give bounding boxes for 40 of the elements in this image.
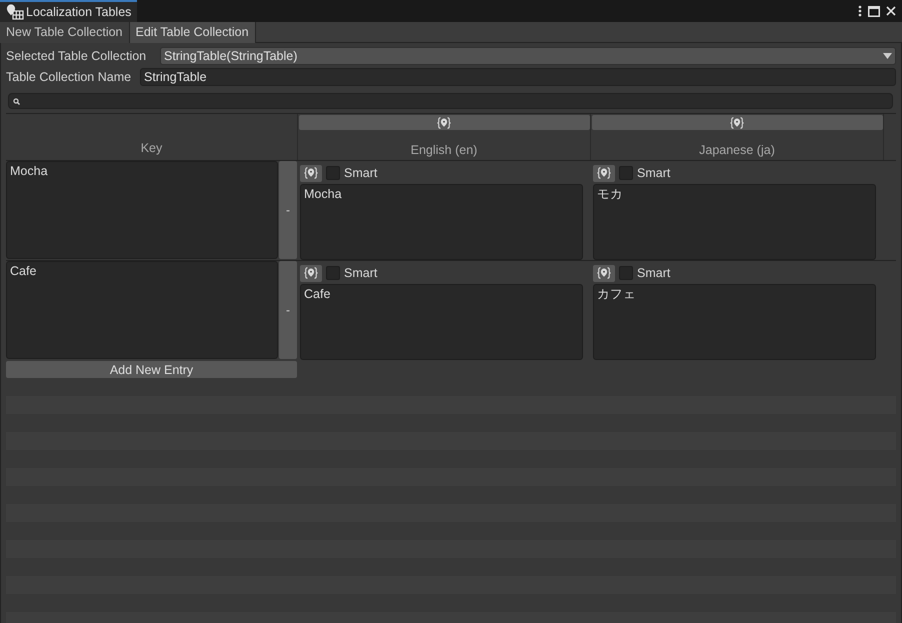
caret-icon [883,53,892,59]
name-field[interactable]: StringTable [140,68,896,86]
smart-checkbox[interactable] [619,266,633,280]
localization-icon [730,116,744,130]
smart-checkbox[interactable] [619,166,633,180]
remove-button[interactable]: - [279,161,297,259]
remove-button[interactable]: - [279,261,297,359]
text-area[interactable]: Mocha [300,184,583,260]
smart-checkbox[interactable] [326,166,340,180]
checkbox-label: Smart [344,264,378,282]
search-field[interactable] [8,93,893,109]
search-icon [13,98,20,104]
map-grid-icon [6,4,24,20]
maximize-icon[interactable] [868,6,880,16]
close-icon[interactable] [886,6,896,16]
column-header: Japanese (ja) [699,142,775,160]
localization-button[interactable] [593,264,615,282]
localization-button[interactable] [300,264,322,282]
localization-button[interactable] [300,164,322,182]
window-tab[interactable]: Localization Tables [0,0,138,22]
add-entry-button[interactable]: Add New Entry [6,360,297,378]
text-area[interactable]: Cafe [300,284,583,360]
text-area[interactable]: カフェ [593,284,876,360]
column-header: English (en) [410,142,478,160]
localization-button[interactable] [593,164,615,182]
column-header: Key [140,140,162,158]
key-field[interactable]: Cafe [6,261,278,359]
checkbox-label: Smart [637,164,670,182]
key-field[interactable]: Mocha [6,161,278,259]
checkbox-label: Smart [637,264,670,282]
field-label: Table Collection Name [6,68,132,86]
tab[interactable]: Edit Table Collection [130,22,256,43]
collection-dropdown[interactable]: StringTable(StringTable) [160,47,896,65]
field-label: Selected Table Collection [6,48,148,65]
tab[interactable]: New Table Collection [0,22,130,43]
localization-icon [437,116,451,130]
checkbox-label: Smart [344,164,378,182]
more-options-icon[interactable] [858,5,862,17]
smart-checkbox[interactable] [326,266,340,280]
text-area[interactable]: モカ [593,184,876,260]
